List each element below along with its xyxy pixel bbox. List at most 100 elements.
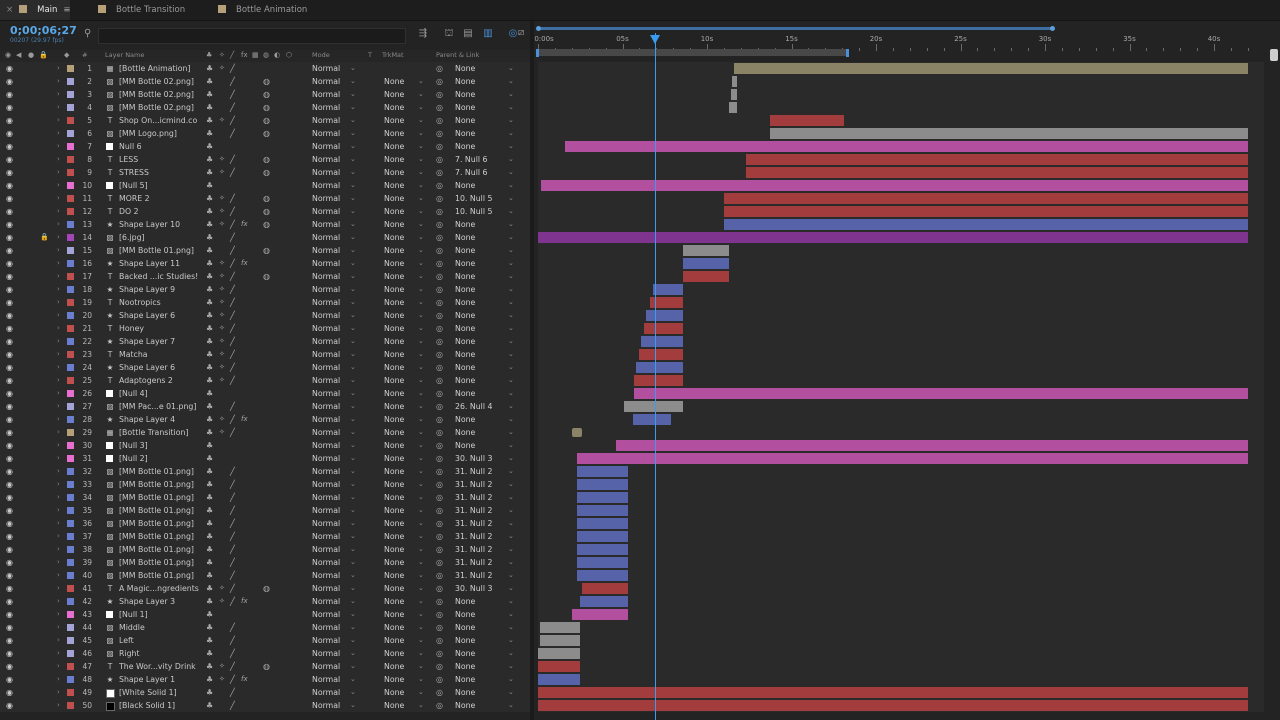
layer-label-color[interactable] (67, 65, 74, 72)
layer-label-color[interactable] (67, 286, 74, 293)
parent-pickwhip-icon[interactable]: ◎ (436, 361, 443, 374)
quality-switch-icon[interactable]: ╱ (230, 478, 235, 491)
blend-mode-dropdown[interactable]: Normal (312, 543, 340, 556)
collapse-switch-icon[interactable]: ✧ (219, 660, 225, 673)
chevron-down-icon[interactable]: ⌄ (350, 231, 356, 244)
layer-duration-bar[interactable] (769, 128, 1248, 139)
blend-mode-dropdown[interactable]: Normal (312, 634, 340, 647)
parent-dropdown[interactable]: None (455, 140, 475, 153)
layer-name[interactable]: [Black Solid 1] (119, 699, 175, 712)
collapse-switch-icon[interactable]: ✧ (219, 62, 225, 75)
visibility-eye-icon[interactable]: ◉ (6, 491, 13, 504)
chevron-down-icon[interactable]: ⌄ (418, 556, 424, 569)
track-matte-dropdown[interactable]: None (384, 426, 404, 439)
chevron-down-icon[interactable]: ⌄ (508, 361, 514, 374)
track-matte-dropdown[interactable]: None (384, 530, 404, 543)
chevron-down-icon[interactable]: ⌄ (350, 582, 356, 595)
track-matte-dropdown[interactable]: None (384, 543, 404, 556)
parent-dropdown[interactable]: None (455, 348, 475, 361)
parent-dropdown[interactable]: None (455, 634, 475, 647)
layer-search-input[interactable] (98, 28, 406, 44)
work-area-start[interactable] (536, 49, 539, 57)
chevron-down-icon[interactable]: ⌄ (508, 439, 514, 452)
layer-label-color[interactable] (67, 234, 74, 241)
chevron-down-icon[interactable]: ⌄ (350, 114, 356, 127)
layer-row[interactable]: ◉ › 7 Null 6 ♣ Normal ⌄ None ⌄ ◎ None ⌄ (0, 140, 530, 154)
blend-mode-dropdown[interactable]: Normal (312, 608, 340, 621)
layer-row[interactable]: ◉ › 9 T STRESS ♣ ✧ ╱ ◍ Normal ⌄ None ⌄ ◎ 7. Null 6 ⌄ (0, 166, 530, 180)
layer-duration-bar[interactable] (539, 622, 581, 633)
twirl-chevron-icon[interactable]: › (57, 101, 60, 114)
chevron-down-icon[interactable]: ⌄ (350, 361, 356, 374)
layer-name[interactable]: Shape Layer 6 (119, 309, 175, 322)
blend-mode-dropdown[interactable]: Normal (312, 101, 340, 114)
track-matte-dropdown[interactable]: None (384, 114, 404, 127)
chevron-down-icon[interactable]: ⌄ (418, 452, 424, 465)
visibility-eye-icon[interactable]: ◉ (6, 244, 13, 257)
chevron-down-icon[interactable]: ⌄ (350, 62, 356, 75)
chevron-down-icon[interactable]: ⌄ (350, 400, 356, 413)
track-matte-dropdown[interactable]: None (384, 465, 404, 478)
close-tab-icon[interactable]: × (6, 5, 13, 15)
layer-duration-bar[interactable] (571, 609, 628, 620)
visibility-eye-icon[interactable]: ◉ (6, 569, 13, 582)
shy-switch-icon[interactable]: ♣ (206, 127, 213, 140)
shy-switch-icon[interactable]: ♣ (206, 465, 213, 478)
parent-dropdown[interactable]: None (455, 387, 475, 400)
chevron-down-icon[interactable]: ⌄ (508, 686, 514, 699)
collapse-switch-icon[interactable]: ✧ (219, 348, 225, 361)
twirl-chevron-icon[interactable]: › (57, 452, 60, 465)
chevron-down-icon[interactable]: ⌄ (418, 374, 424, 387)
track-matte-dropdown[interactable]: None (384, 322, 404, 335)
visibility-eye-icon[interactable]: ◉ (6, 452, 13, 465)
twirl-chevron-icon[interactable]: › (57, 179, 60, 192)
collapse-switch-icon[interactable]: ✧ (219, 205, 225, 218)
lock-icon[interactable]: 🔒 (40, 231, 49, 244)
chevron-down-icon[interactable]: ⌄ (350, 179, 356, 192)
layer-row[interactable]: ◉ › 18 ★ Shape Layer 9 ♣ ✧ ╱ Normal ⌄ None ⌄ ◎ None ⌄ (0, 283, 530, 297)
layer-duration-bar[interactable] (723, 193, 1248, 204)
layer-duration-bar[interactable] (730, 89, 738, 100)
layer-duration-bar[interactable] (576, 453, 1248, 464)
shy-switch-icon[interactable]: ♣ (206, 478, 213, 491)
parent-dropdown[interactable]: 7. Null 6 (455, 166, 487, 179)
chevron-down-icon[interactable]: ⌄ (508, 101, 514, 114)
track-matte-dropdown[interactable]: None (384, 153, 404, 166)
layer-name[interactable]: [MM Bottle 01.png] (119, 491, 194, 504)
track-matte-dropdown[interactable]: None (384, 179, 404, 192)
layer-label-color[interactable] (67, 390, 74, 397)
motion-blur-switch-icon[interactable]: ◍ (263, 101, 270, 114)
parent-pickwhip-icon[interactable]: ◎ (436, 699, 443, 712)
twirl-chevron-icon[interactable]: › (57, 231, 60, 244)
label-column-icon[interactable]: ◆ (64, 51, 69, 59)
chevron-down-icon[interactable]: ⌄ (350, 270, 356, 283)
visibility-eye-icon[interactable]: ◉ (6, 387, 13, 400)
layer-duration-bar[interactable] (634, 375, 684, 386)
parent-pickwhip-icon[interactable]: ◎ (436, 62, 443, 75)
visibility-eye-icon[interactable]: ◉ (6, 88, 13, 101)
collapse-switch-icon[interactable]: ✧ (219, 309, 225, 322)
solo-dot-icon[interactable]: ● (28, 51, 34, 59)
layer-label-color[interactable] (67, 156, 74, 163)
motion-blur-switch-icon[interactable]: ◍ (263, 153, 270, 166)
layer-label-color[interactable] (67, 442, 74, 449)
chevron-down-icon[interactable]: ⌄ (350, 465, 356, 478)
parent-pickwhip-icon[interactable]: ◎ (436, 452, 443, 465)
chevron-down-icon[interactable]: ⌄ (418, 400, 424, 413)
parent-pickwhip-icon[interactable]: ◎ (436, 608, 443, 621)
layer-row[interactable]: ◉ › 20 ★ Shape Layer 6 ♣ ✧ ╱ Normal ⌄ None ⌄ ◎ None ⌄ (0, 309, 530, 323)
av-features-eye-icon[interactable]: ◉ (5, 51, 11, 59)
blend-mode-dropdown[interactable]: Normal (312, 595, 340, 608)
twirl-chevron-icon[interactable]: › (57, 127, 60, 140)
layer-row[interactable]: ◉ › 24 ★ Shape Layer 6 ♣ ✧ ╱ Normal ⌄ None ⌄ ◎ None ⌄ (0, 361, 530, 375)
layer-label-color[interactable] (67, 182, 74, 189)
layer-name[interactable]: [MM Bottle 02.png] (119, 88, 194, 101)
chevron-down-icon[interactable]: ⌄ (350, 608, 356, 621)
twirl-chevron-icon[interactable]: › (57, 465, 60, 478)
track-matte-dropdown[interactable]: None (384, 517, 404, 530)
parent-dropdown[interactable]: None (455, 257, 475, 270)
twirl-chevron-icon[interactable]: › (57, 335, 60, 348)
chevron-down-icon[interactable]: ⌄ (418, 179, 424, 192)
track-matte-dropdown[interactable]: None (384, 686, 404, 699)
shy-switch-icon[interactable]: ♣ (206, 374, 213, 387)
